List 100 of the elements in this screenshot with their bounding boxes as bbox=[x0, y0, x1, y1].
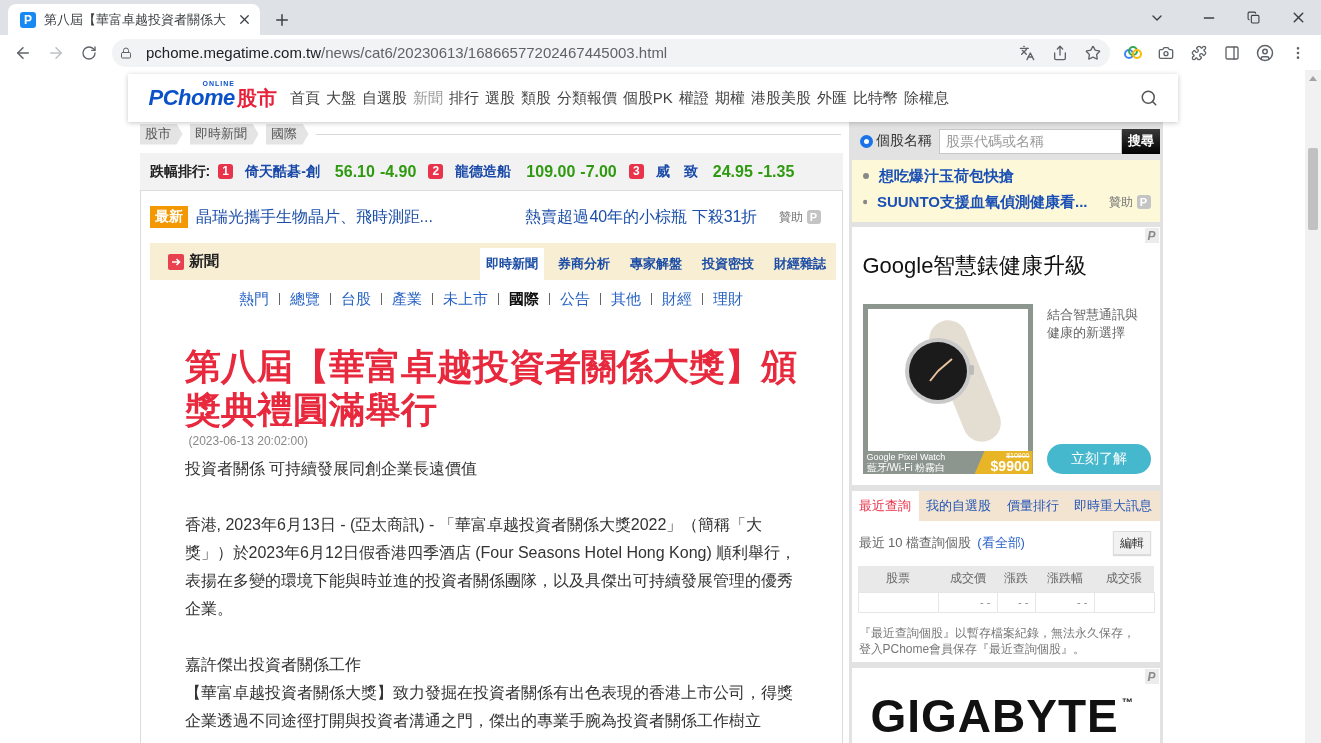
bullet-icon bbox=[862, 173, 869, 179]
stock-price: 109.00 bbox=[526, 162, 576, 181]
radio-button[interactable] bbox=[859, 134, 873, 148]
ad-headline[interactable]: Google智慧錶健康升級 bbox=[862, 252, 1150, 280]
news-tab[interactable]: 專家解盤 bbox=[623, 248, 688, 280]
brand-logo[interactable]: GIGABYTE bbox=[870, 694, 1119, 738]
price-change: -4.90 bbox=[379, 162, 417, 181]
panel-tab[interactable]: 價量排行 bbox=[999, 491, 1067, 521]
star-icon[interactable] bbox=[1084, 44, 1101, 61]
breadcrumb-link[interactable]: 國際 bbox=[265, 123, 309, 145]
category-link[interactable]: 台股 bbox=[341, 289, 371, 309]
sponsored-link[interactable]: 想吃爆汁玉荷包快搶 bbox=[878, 166, 1014, 186]
translate-icon[interactable] bbox=[1018, 44, 1035, 61]
table-cell: - - bbox=[997, 592, 1035, 612]
category-link[interactable]: 其他 bbox=[611, 289, 641, 309]
nav-link[interactable]: 分類報價 bbox=[556, 88, 617, 108]
breadcrumb-link[interactable]: 即時新聞 bbox=[189, 123, 259, 145]
section-title: 新聞 bbox=[188, 252, 219, 271]
category-link[interactable]: 未上市 bbox=[443, 289, 488, 309]
stock-link[interactable]: 龍德造船 bbox=[455, 162, 512, 181]
ad-description: 結合智慧通訊與健康的新選擇 bbox=[1046, 306, 1139, 342]
category-link[interactable]: 熱門 bbox=[239, 289, 269, 309]
nav-link[interactable]: 比特幣 bbox=[852, 88, 898, 108]
profile-icon[interactable] bbox=[1255, 43, 1274, 62]
bullet-icon bbox=[862, 199, 867, 205]
stock-link[interactable]: 倚天酷碁-創 bbox=[245, 162, 320, 181]
article-paragraph: 嘉許傑出投資者關係工作 bbox=[184, 655, 362, 675]
table-cell: - - bbox=[938, 592, 997, 612]
sponsor-label: 贊助 bbox=[1108, 193, 1133, 211]
category-link[interactable]: 理財 bbox=[713, 289, 743, 309]
nav-link[interactable]: 港股美股 bbox=[750, 88, 811, 108]
category-link[interactable]: 產業 bbox=[392, 289, 422, 309]
article-paragraph: 香港, 2023年6月13日 - (亞太商訊) - 「華富卓越投資者關係大獎2022」（簡稱「大獎」）於2023年6月12日假香港四季酒店 (Four Seasons Hotel Hong Kong) 順利舉行，表揚在多變的環境下能與時並進的投資者關係團隊，以及具傑出可持續發展管理的優秀企業。 bbox=[184, 515, 798, 619]
stock-price: 56.10 bbox=[334, 162, 375, 181]
logo-wordmark[interactable]: PChome bbox=[148, 85, 235, 111]
nav-link[interactable]: 首頁 bbox=[289, 88, 320, 108]
price-change: -7.00 bbox=[580, 162, 617, 181]
price-change: -1.35 bbox=[757, 162, 795, 181]
nav-link[interactable]: 外匯 bbox=[816, 88, 847, 108]
rank-badge: 1 bbox=[218, 164, 234, 179]
promo-link[interactable]: 熱賣超過40年的小棕瓶 下殺31折 bbox=[525, 206, 758, 228]
browser-tab[interactable]: P 第八屆【華富卓越投資者關係大 bbox=[8, 4, 260, 35]
restore-icon[interactable] bbox=[1247, 11, 1260, 24]
storage-note: 『最近查詢個股』以暫存檔案紀錄，無法永久保存，登入PChome會員保存『最近查詢個股』。 bbox=[857, 624, 1136, 657]
nav-link[interactable]: 期權 bbox=[714, 88, 745, 108]
lock-icon bbox=[120, 46, 132, 59]
stock-search-field[interactable]: 股票代碼或名稱 bbox=[938, 128, 1122, 154]
recent-summary: 最近 10 檔查詢個股 bbox=[858, 534, 972, 552]
ad-mark: P bbox=[1144, 669, 1159, 684]
category-link[interactable]: 公告 bbox=[560, 289, 590, 309]
nav-link[interactable]: 個股PK bbox=[622, 88, 673, 108]
article-date: (2023-06-13 20:02:00) bbox=[188, 433, 309, 450]
nav-link[interactable]: 類股 bbox=[520, 88, 551, 108]
table-header-cell: 漲跌幅 bbox=[1035, 566, 1094, 592]
radio-label[interactable]: 個股名稱 bbox=[875, 132, 932, 150]
sponsored-link[interactable]: SUUNTO支援血氧偵測健康看... bbox=[876, 192, 1088, 212]
search-icon[interactable] bbox=[1139, 89, 1158, 107]
reload-icon[interactable] bbox=[80, 44, 97, 61]
address-bar[interactable]: pchome.megatime.com.tw/news/cat6/20230613/16866577202467445003.html bbox=[112, 38, 1110, 67]
table-cell bbox=[1094, 592, 1154, 612]
view-all-link[interactable]: (看全部) bbox=[977, 534, 1025, 552]
category-link[interactable]: 總覽 bbox=[290, 289, 320, 309]
scrollbar-thumb[interactable] bbox=[1308, 148, 1318, 230]
nav-link[interactable]: 選股 bbox=[484, 88, 515, 108]
news-tab[interactable]: 即時新聞 bbox=[479, 248, 544, 280]
nav-link[interactable]: 權證 bbox=[678, 88, 709, 108]
news-tab[interactable]: 投資密技 bbox=[695, 248, 760, 280]
headline-link[interactable]: 晶瑞光攜手生物晶片、飛時測距... bbox=[195, 206, 433, 228]
panel-tab[interactable]: 即時重大訊息 bbox=[1066, 491, 1160, 521]
side-panel-icon[interactable] bbox=[1223, 44, 1240, 61]
table-header-cell: 成交價 bbox=[938, 566, 997, 592]
news-tab[interactable]: 財經雜誌 bbox=[767, 248, 832, 280]
search-button[interactable]: 搜尋 bbox=[1121, 128, 1160, 154]
ad-mark: P bbox=[1144, 228, 1159, 243]
panel-tab[interactable]: 我的自選股 bbox=[918, 491, 999, 521]
table-cell: - - bbox=[1035, 592, 1094, 612]
nav-link[interactable]: 自選股 bbox=[361, 88, 407, 108]
sponsor-label: 贊助 bbox=[778, 208, 803, 226]
news-tab[interactable]: 券商分析 bbox=[551, 248, 616, 280]
site-favicon: P bbox=[20, 11, 36, 28]
stock-link[interactable]: 威 致 bbox=[655, 162, 698, 181]
nav-link[interactable]: 排行 bbox=[448, 88, 479, 108]
nav-link[interactable]: 大盤 bbox=[325, 88, 356, 108]
rank-badge: 2 bbox=[428, 164, 444, 179]
category-link[interactable]: 財經 bbox=[662, 289, 692, 309]
circles-icon[interactable] bbox=[1123, 45, 1142, 60]
camera-icon[interactable] bbox=[1157, 44, 1174, 61]
scrollbar[interactable] bbox=[1305, 70, 1321, 743]
logo-section-label[interactable]: 股市 bbox=[236, 85, 277, 111]
category-link[interactable]: 國際 bbox=[509, 289, 539, 309]
close-tab-icon[interactable] bbox=[237, 12, 252, 27]
article-paragraph: 【華富卓越投資者關係大獎】致力發掘在投資者關係有出色表現的香港上市公司，得獎企業透過不同途徑打開與投資者溝通之門，傑出的專業手腕為投資者關係工作樹立 bbox=[184, 683, 794, 731]
puzzle-icon[interactable] bbox=[1190, 44, 1207, 61]
nav-link[interactable]: 除權息 bbox=[903, 88, 949, 108]
trademark-sign: ™ bbox=[1121, 696, 1133, 708]
sponsor-mark: P bbox=[1136, 195, 1151, 209]
breadcrumb-link[interactable]: 股市 bbox=[139, 123, 183, 145]
table-header-cell: 漲跌 bbox=[997, 566, 1035, 592]
edit-button[interactable]: 編輯 bbox=[1112, 531, 1151, 555]
share-icon[interactable] bbox=[1051, 44, 1068, 61]
